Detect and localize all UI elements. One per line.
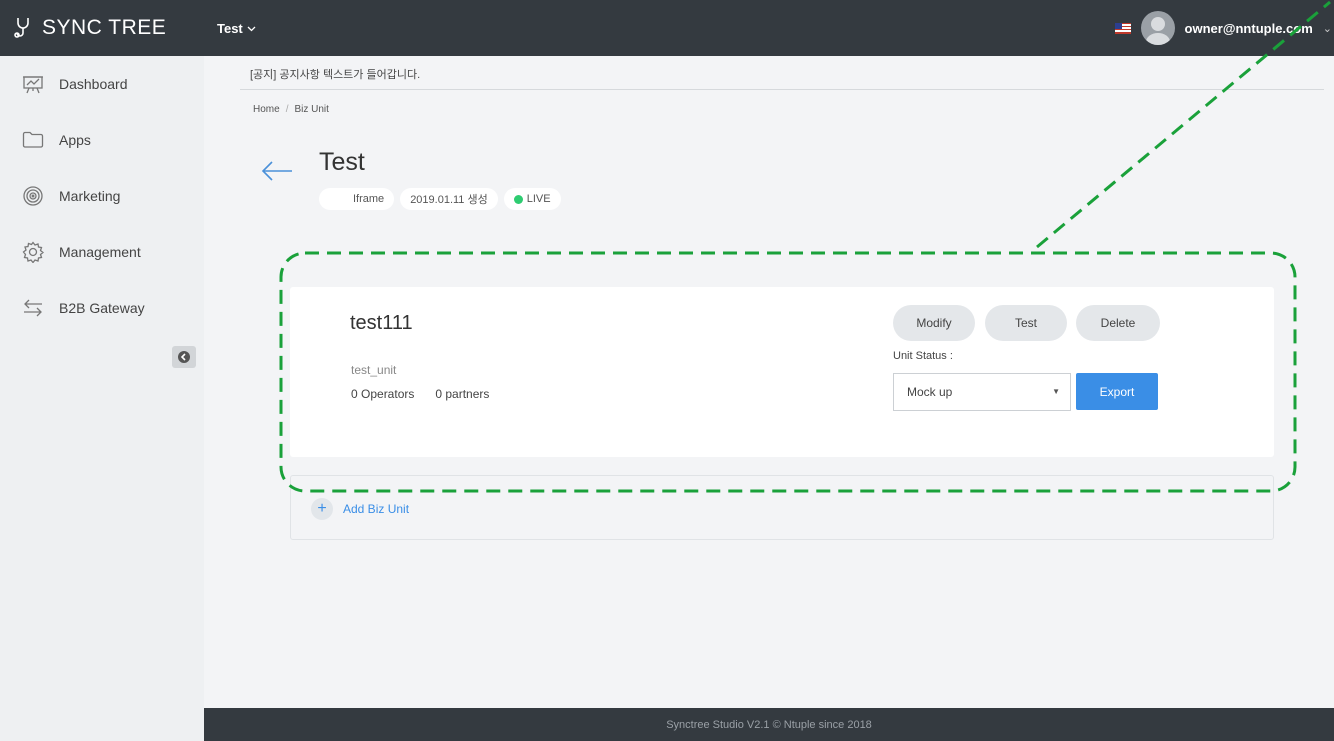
gear-icon (22, 241, 44, 263)
back-arrow-icon[interactable] (260, 160, 294, 187)
logo-text: SYNC TREE (42, 16, 167, 39)
breadcrumb-current: Biz Unit (294, 104, 329, 115)
exchange-icon (24, 299, 42, 317)
delete-button[interactable]: Delete (1076, 305, 1160, 341)
page-meta-chips: Iframe 2019.01.11 생성 LIVE (319, 188, 561, 210)
unit-status-select[interactable]: Mock up ▼ (893, 373, 1071, 411)
breadcrumb: Home / Biz Unit (253, 104, 329, 115)
plus-icon: + (311, 498, 333, 520)
logo[interactable]: SYNC TREE (12, 10, 166, 46)
chevron-down-icon[interactable]: ⌄ (1323, 22, 1332, 35)
add-biz-unit-panel: + Add Biz Unit (290, 475, 1274, 540)
dashboard-icon (23, 76, 43, 94)
sidebar-item-label: Dashboard (59, 76, 128, 92)
chip-created-label: 2019.01.11 생성 (410, 194, 488, 206)
unit-status-label: Unit Status : (893, 350, 953, 362)
sidebar-item-dashboard[interactable]: Dashboard (22, 72, 128, 96)
unit-status-value: Mock up (907, 385, 953, 399)
folder-icon (22, 131, 44, 148)
sidebar-item-label: B2B Gateway (59, 300, 145, 316)
stethoscope-icon (14, 18, 29, 38)
top-bar: SYNC TREE Test owner@nntuple.com ⌄ (0, 0, 1334, 56)
chip-created: 2019.01.11 생성 (400, 188, 498, 210)
footer: Synctree Studio V2.1 © Ntuple since 2018 (204, 708, 1334, 741)
caret-down-icon: ▼ (1052, 387, 1060, 396)
target-icon (23, 186, 43, 206)
sidebar: Dashboard Apps Marketing Management B2B … (0, 56, 204, 741)
status-badge: LIVE (503, 188, 561, 210)
unit-partners: 0 partners (435, 387, 490, 401)
main-content: [공지] 공지사항 텍스트가 들어갑니다. Home / Biz Unit Te… (204, 56, 1334, 708)
project-name: Test (217, 21, 243, 36)
sidebar-item-label: Management (59, 244, 141, 260)
us-flag-icon[interactable] (1114, 22, 1131, 34)
unit-id: test_unit (351, 363, 397, 377)
modify-button[interactable]: Modify (893, 305, 975, 341)
export-button[interactable]: Export (1076, 373, 1158, 410)
sidebar-collapse-button[interactable] (172, 346, 196, 368)
avatar[interactable] (1140, 11, 1175, 45)
sidebar-item-marketing[interactable]: Marketing (22, 184, 120, 208)
sidebar-item-label: Apps (59, 132, 91, 148)
divider (240, 89, 1324, 90)
status-badge-label: LIVE (526, 193, 551, 205)
project-selector[interactable]: Test (217, 21, 256, 36)
unit-stats: 0 Operators 0 partners (351, 387, 489, 401)
unit-operators: 0 Operators (351, 387, 415, 401)
chevron-left-circle-icon (178, 351, 190, 363)
sidebar-item-b2b-gateway[interactable]: B2B Gateway (22, 296, 145, 320)
add-biz-unit-button[interactable]: + Add Biz Unit (311, 498, 409, 520)
sidebar-item-label: Marketing (59, 188, 121, 204)
sidebar-item-apps[interactable]: Apps (22, 128, 91, 152)
chevron-down-icon (247, 26, 256, 31)
chip-type-label: Iframe (353, 193, 385, 205)
add-biz-unit-label: Add Biz Unit (343, 502, 410, 516)
user-menu[interactable]: owner@nntuple.com ⌄ (1114, 8, 1334, 48)
chip-type: Iframe (319, 188, 395, 210)
page-title: Test (319, 148, 365, 176)
notice-banner: [공지] 공지사항 텍스트가 들어갑니다. (250, 69, 421, 81)
user-email[interactable]: owner@nntuple.com (1185, 21, 1313, 36)
biz-unit-card: test111 test_unit 0 Operators 0 partners… (290, 287, 1274, 457)
test-button[interactable]: Test (985, 305, 1067, 341)
footer-text: Synctree Studio V2.1 © Ntuple since 2018 (666, 718, 872, 731)
breadcrumb-home[interactable]: Home (253, 104, 280, 115)
breadcrumb-separator: / (285, 104, 289, 115)
sidebar-item-management[interactable]: Management (22, 240, 141, 264)
live-dot-icon (513, 194, 523, 204)
unit-name: test111 (350, 312, 413, 334)
